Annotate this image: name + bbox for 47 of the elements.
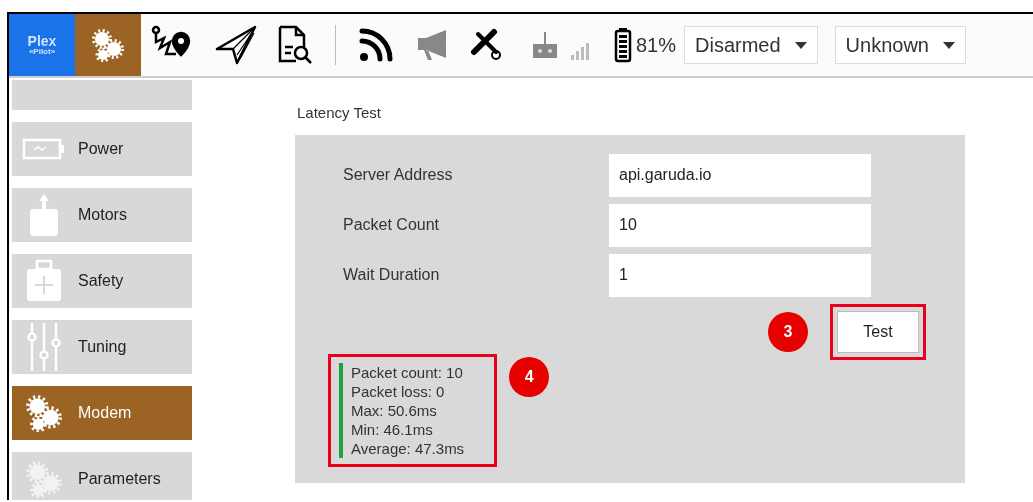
arm-state-dropdown[interactable]: Disarmed: [684, 26, 818, 64]
caret-icon: [943, 41, 955, 49]
input-field[interactable]: 10: [609, 203, 871, 247]
sidebar-label: Tuning: [78, 337, 127, 357]
input-field[interactable]: 1: [609, 253, 871, 297]
sidebar-label: Power: [78, 139, 124, 159]
section-title: Latency Test: [297, 103, 382, 123]
settings-button[interactable]: [75, 14, 141, 76]
document-search-icon[interactable]: [277, 25, 313, 65]
remote-control-icon: [532, 30, 558, 60]
battery-percent: 81%: [636, 33, 677, 58]
sidebar-item[interactable]: Motors: [12, 188, 192, 242]
caret-icon: [794, 41, 807, 49]
sidebar-item[interactable]: Power: [12, 122, 192, 176]
gears-icon: [25, 394, 63, 432]
battery-icon: [22, 137, 66, 161]
gears-icon: [25, 460, 63, 498]
sidebar-item[interactable]: Modem: [12, 386, 192, 440]
sidebar-item[interactable]: Tuning: [12, 320, 192, 374]
result-line: Packet count: 10: [351, 362, 464, 382]
input-field[interactable]: api.garuda.io: [609, 153, 871, 197]
test-button[interactable]: Test: [837, 310, 919, 353]
battery-icon: [614, 27, 632, 63]
logo-text: Plex: [27, 34, 57, 48]
sidebar-label: Safety: [78, 271, 124, 291]
field-label: Wait Duration: [342, 265, 441, 285]
callout-badge: 3: [768, 311, 808, 352]
paper-plane-icon[interactable]: [215, 25, 257, 65]
field-label: Server Address: [342, 165, 454, 185]
sidebar-item[interactable]: Parameters: [12, 452, 192, 500]
sidebar-item[interactable]: Safety: [12, 254, 192, 308]
logo-subtext: «Pilot»: [28, 48, 56, 56]
result-line: Packet loss: 0: [351, 381, 446, 401]
callout-badge: 4: [509, 356, 550, 397]
sidebar-label: Modem: [78, 403, 132, 423]
sidebar-label: Parameters: [78, 469, 161, 489]
sidebar-label: Motors: [78, 205, 127, 225]
flight-mode-dropdown[interactable]: Unknown: [834, 26, 966, 64]
first-aid-kit-icon: [24, 259, 64, 303]
result-line: Average: 47.3ms: [351, 438, 465, 458]
result-line: Max: 50.6ms: [351, 400, 438, 420]
signal-bars-icon: [570, 40, 590, 60]
app-logo[interactable]: Plex «Pilot»: [9, 14, 75, 76]
result-line: Min: 46.1ms: [351, 419, 434, 439]
gears-icon: [91, 28, 125, 62]
field-label: Packet Count: [342, 215, 441, 235]
sliders-icon: [26, 321, 62, 373]
